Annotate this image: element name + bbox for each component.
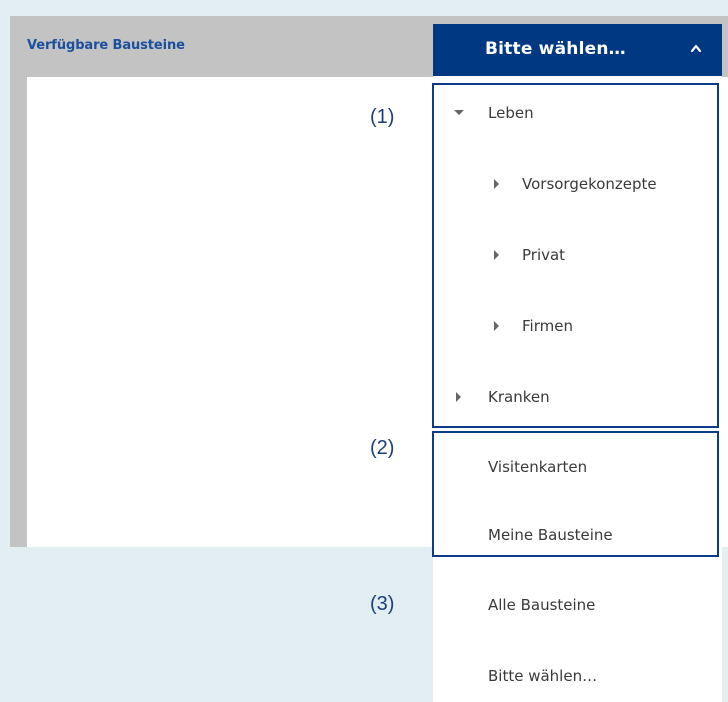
callout-1: (1) [370, 106, 395, 128]
caret-right-icon [456, 392, 461, 402]
option-label: Bitte wählen… [488, 667, 598, 685]
tree-item-label: Vorsorgekonzepte [522, 175, 657, 193]
option-meine-bausteine[interactable]: Meine Bausteine [433, 500, 722, 570]
callout-2: (2) [370, 437, 395, 459]
select-current-value: Bitte wählen… [485, 39, 626, 59]
caret-right-icon [494, 321, 499, 331]
tree-item-vorsorgekonzepte[interactable]: Vorsorgekonzepte [433, 149, 722, 219]
tree-item-label: Leben [488, 104, 534, 122]
caret-right-icon [494, 250, 499, 260]
callout-3: (3) [370, 593, 395, 615]
tree-item-kranken[interactable]: Kranken [433, 362, 722, 432]
option-bitte-waehlen[interactable]: Bitte wählen… [433, 641, 722, 702]
caret-right-icon [494, 179, 499, 189]
tree-item-firmen[interactable]: Firmen [433, 291, 722, 361]
caret-down-icon [454, 110, 464, 115]
tree-item-label: Privat [522, 246, 566, 264]
tree-item-leben[interactable]: Leben [433, 78, 722, 148]
option-label: Meine Bausteine [488, 526, 613, 544]
option-visitenkarten[interactable]: Visitenkarten [433, 432, 722, 502]
option-label: Alle Bausteine [488, 596, 596, 614]
tree-item-label: Kranken [488, 388, 550, 406]
chevron-up-icon [690, 44, 702, 53]
panel-title: Verfügbare Bausteine [27, 38, 185, 53]
option-label: Visitenkarten [488, 458, 588, 476]
tree-item-label: Firmen [522, 317, 573, 335]
category-select[interactable]: Bitte wählen… [433, 24, 722, 76]
tree-item-privat[interactable]: Privat [433, 220, 722, 290]
option-alle-bausteine[interactable]: Alle Bausteine [433, 570, 722, 640]
